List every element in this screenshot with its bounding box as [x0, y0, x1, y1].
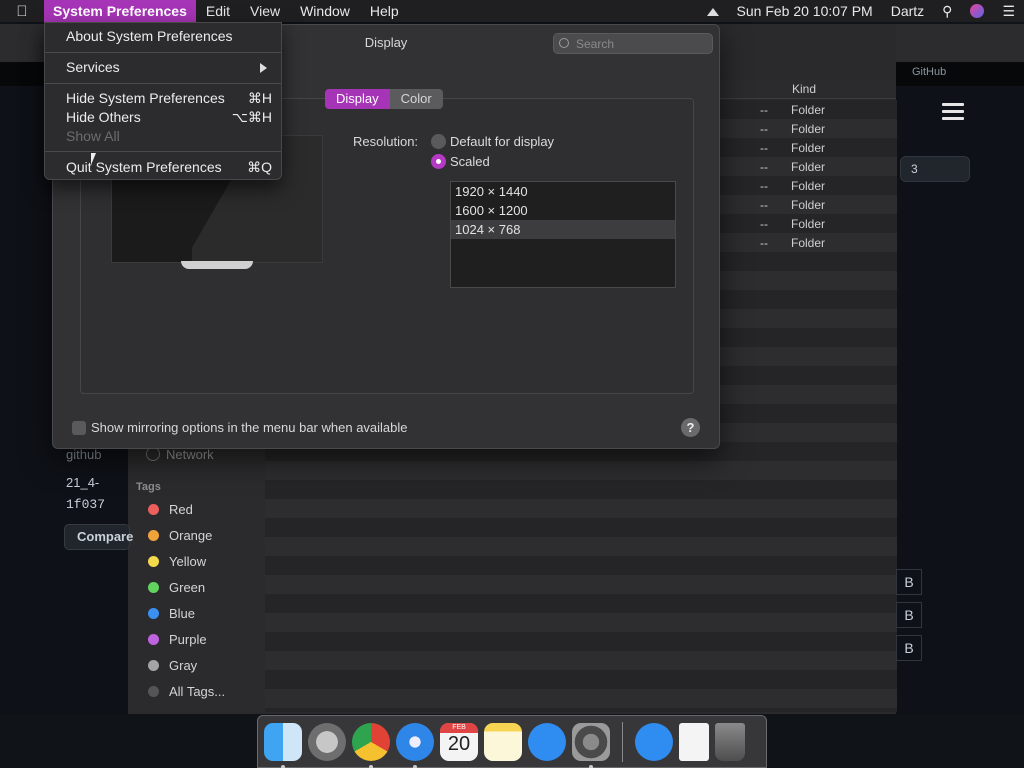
- menu-separator: [45, 83, 281, 84]
- submenu-arrow-icon: [260, 63, 267, 73]
- menu-item-hide[interactable]: Hide System Preferences ⌘H: [45, 88, 281, 108]
- user-menu[interactable]: Dartz: [882, 0, 933, 22]
- notes-icon[interactable]: [484, 722, 522, 761]
- sidebar-item-network[interactable]: Network: [146, 447, 214, 462]
- menu-window[interactable]: Window: [290, 0, 360, 22]
- safari-icon[interactable]: [396, 722, 434, 768]
- tag-dot-icon: [148, 503, 159, 515]
- menubar-status: Sun Feb 20 10:07 PM Dartz ⚲ ☰: [698, 0, 1024, 22]
- sidebar-tag-red[interactable]: Red: [148, 499, 193, 519]
- finder-row[interactable]: -- Folder: [720, 236, 896, 255]
- file-size-cell: B: [896, 569, 922, 595]
- dock-separator: [622, 721, 623, 762]
- calendar-icon[interactable]: FEB 20: [440, 722, 478, 761]
- menu-help[interactable]: Help: [360, 0, 409, 22]
- sidebar-tag-yellow[interactable]: Yellow: [148, 551, 206, 571]
- help-button[interactable]: ?: [681, 418, 700, 437]
- mirroring-options-checkbox[interactable]: Show mirroring options in the menu bar w…: [72, 420, 408, 435]
- menu-edit[interactable]: Edit: [196, 0, 240, 22]
- github-tab-label[interactable]: GitHub: [912, 66, 946, 78]
- sidebar-tag-gray[interactable]: Gray: [148, 655, 197, 675]
- system-preferences-menu: About System Preferences Services Hide S…: [44, 22, 282, 180]
- tab-display[interactable]: Display: [325, 89, 390, 109]
- tag-dot-icon: [148, 529, 159, 541]
- trash-icon[interactable]: [715, 722, 745, 761]
- finder-row[interactable]: -- Folder: [720, 160, 896, 179]
- compare-button[interactable]: Compare: [64, 524, 133, 550]
- tag-dot-icon: [148, 633, 159, 645]
- spotlight-search-icon[interactable]: ⚲: [933, 0, 961, 22]
- launchpad-icon[interactable]: [308, 722, 346, 761]
- monitor-stand: [181, 261, 253, 269]
- sidebar-tag-purple[interactable]: Purple: [148, 629, 207, 649]
- file-size-cell: B: [896, 602, 922, 628]
- github-commit-link[interactable]: 1f037: [66, 497, 105, 512]
- tab-color[interactable]: Color: [389, 89, 443, 109]
- chrome-icon[interactable]: [352, 722, 390, 768]
- apple-menu-icon[interactable]: : [0, 3, 44, 20]
- tag-dot-icon: [148, 607, 159, 619]
- tag-dot-icon: [148, 659, 159, 671]
- siri-icon[interactable]: [961, 0, 993, 22]
- network-icon: [146, 447, 160, 461]
- tag-dot-icon: [148, 685, 159, 697]
- search-input[interactable]: Search: [553, 33, 713, 54]
- finder-icon[interactable]: [264, 722, 302, 768]
- radio-selected-icon: [431, 154, 446, 169]
- search-icon: [559, 38, 569, 48]
- menu-item-services[interactable]: Services: [45, 57, 281, 77]
- hamburger-menu-icon[interactable]: [942, 103, 964, 121]
- finder-row[interactable]: -- Folder: [720, 122, 896, 141]
- resolution-option[interactable]: 1600 × 1200: [451, 201, 675, 220]
- system-preferences-icon[interactable]: [572, 722, 610, 768]
- resolution-option-selected[interactable]: 1024 × 768: [451, 220, 675, 239]
- sidebar-tag-blue[interactable]: Blue: [148, 603, 195, 623]
- radio-scaled[interactable]: Scaled: [431, 154, 490, 169]
- airplay-icon[interactable]: [698, 0, 728, 22]
- checkbox-icon: [72, 420, 86, 435]
- resolution-list[interactable]: 1920 × 1440 1600 × 1200 1024 × 768: [450, 181, 676, 288]
- finder-row[interactable]: -- Folder: [720, 141, 896, 160]
- tag-dot-icon: [148, 581, 159, 593]
- github-tag-link[interactable]: 21_4-: [66, 475, 99, 490]
- app-store-icon[interactable]: [528, 722, 566, 761]
- file-size-cell: B: [896, 635, 922, 661]
- menu-item-quit[interactable]: Quit System Preferences ⌘Q: [45, 157, 281, 177]
- menu-system-preferences[interactable]: System Preferences: [44, 0, 196, 22]
- resolution-label: Resolution:: [353, 134, 419, 149]
- menu-item-about[interactable]: About System Preferences: [45, 26, 281, 46]
- menu-view[interactable]: View: [240, 0, 290, 22]
- tag-dot-icon: [148, 555, 159, 567]
- clock[interactable]: Sun Feb 20 10:07 PM: [728, 0, 882, 22]
- menu-separator: [45, 52, 281, 53]
- github-counter[interactable]: 3: [900, 156, 970, 182]
- menu-item-hide-others[interactable]: Hide Others ⌥⌘H: [45, 107, 281, 127]
- finder-row[interactable]: -- Folder: [720, 198, 896, 217]
- document-icon[interactable]: [679, 722, 709, 761]
- finder-row[interactable]: -- Folder: [720, 103, 896, 122]
- finder-list-header[interactable]: Kind: [720, 80, 896, 99]
- radio-default-for-display[interactable]: Default for display: [431, 134, 554, 149]
- sidebar-tags-header: Tags: [136, 481, 161, 493]
- sidebar-tag-green[interactable]: Green: [148, 577, 205, 597]
- resolution-option[interactable]: 1920 × 1440: [451, 182, 675, 201]
- finder-row[interactable]: -- Folder: [720, 217, 896, 236]
- display-tabs: Display Color: [325, 89, 443, 109]
- finder-row[interactable]: -- Folder: [720, 179, 896, 198]
- mouse-cursor-icon: [91, 153, 96, 165]
- menu-item-show-all: Show All: [66, 128, 120, 144]
- radio-icon: [431, 134, 446, 149]
- menu-bar:  System Preferences Edit View Window He…: [0, 0, 1024, 22]
- app-store-download-icon[interactable]: [635, 722, 673, 761]
- sidebar-all-tags[interactable]: All Tags...: [148, 681, 225, 701]
- dock: FEB 20: [257, 715, 767, 768]
- menu-separator: [45, 151, 281, 152]
- sidebar-tag-orange[interactable]: Orange: [148, 525, 212, 545]
- github-repo-link[interactable]: github: [66, 447, 101, 462]
- notification-center-icon[interactable]: ☰: [993, 0, 1024, 22]
